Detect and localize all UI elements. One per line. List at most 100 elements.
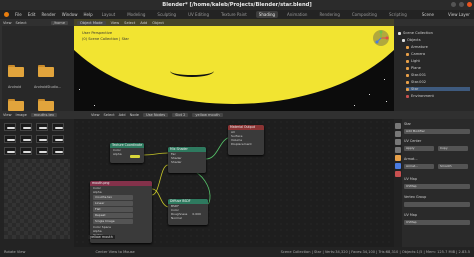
viewport-object-menu[interactable]: Object bbox=[152, 21, 164, 25]
folder-icon[interactable] bbox=[8, 99, 24, 111]
outliner-item[interactable]: Star.001 bbox=[406, 73, 426, 77]
tab-compositing[interactable]: Compositing bbox=[349, 11, 380, 18]
mouth-thumbnail[interactable] bbox=[52, 135, 64, 143]
texture-view-menu[interactable]: View bbox=[3, 113, 12, 117]
apply-button[interactable]: Apply bbox=[404, 146, 434, 151]
mix-shader-node[interactable]: Mix Shader Fac Shader Shader bbox=[168, 147, 206, 173]
node-node-menu[interactable]: Node bbox=[130, 113, 139, 117]
material-selector[interactable]: yellow mouth bbox=[192, 113, 223, 117]
interpolation-dropdown[interactable]: Linear bbox=[93, 201, 133, 206]
outliner-item[interactable]: Scene Collection bbox=[398, 31, 433, 35]
object-tab-icon[interactable] bbox=[395, 155, 401, 161]
file-browser-select-menu[interactable]: Select bbox=[16, 21, 27, 25]
outliner-item[interactable]: Objects bbox=[402, 38, 421, 42]
viewport-view-menu[interactable]: View bbox=[111, 21, 120, 25]
uv-map-field-2[interactable]: UVMap bbox=[404, 220, 470, 225]
output-tab-icon[interactable] bbox=[395, 139, 401, 145]
tab-texture-paint[interactable]: Texture Paint bbox=[218, 11, 250, 18]
folder-icon[interactable] bbox=[38, 99, 54, 111]
menu-edit[interactable]: Edit bbox=[28, 12, 36, 17]
tab-rendering[interactable]: Rendering bbox=[316, 11, 342, 18]
close-icon[interactable] bbox=[467, 2, 472, 7]
slot-selector[interactable]: Slot 2 bbox=[172, 113, 189, 117]
image-datablock-field[interactable]: mouths.tex bbox=[93, 195, 133, 200]
outliner-item[interactable]: Star.002 bbox=[406, 80, 426, 84]
extension-dropdown[interactable]: Repeat bbox=[93, 213, 133, 218]
tab-animation[interactable]: Animation bbox=[284, 11, 310, 18]
outliner: Scene Collection Objects Armature Camera… bbox=[394, 19, 474, 111]
outliner-item[interactable]: Armature bbox=[406, 45, 428, 49]
texture-editor[interactable] bbox=[0, 119, 74, 247]
mouth-thumbnail[interactable] bbox=[4, 123, 16, 131]
tab-uv-editing[interactable]: UV Editing bbox=[185, 11, 212, 18]
smooth-field[interactable]: Smooth bbox=[438, 164, 468, 169]
node-editor[interactable]: Texture Coordinate Color Alpha Mix Shade… bbox=[74, 119, 394, 247]
viewport-select-menu[interactable]: Select bbox=[124, 21, 135, 25]
material-output-node[interactable]: Material Output All Surface Volume Displ… bbox=[228, 125, 264, 155]
menu-render[interactable]: Render bbox=[41, 12, 55, 17]
diffuse-bsdf-node[interactable]: Diffuse BSDF BSDF Color Roughness 0.000 … bbox=[168, 199, 208, 225]
mouth-thumbnail[interactable] bbox=[20, 135, 32, 143]
roughness-value[interactable]: 0.000 bbox=[192, 212, 201, 216]
modifier-tab-icon[interactable] bbox=[395, 163, 401, 169]
image-canvas[interactable] bbox=[4, 159, 70, 239]
menu-help[interactable]: Help bbox=[83, 12, 92, 17]
outliner-item-selected[interactable]: Star bbox=[406, 87, 470, 91]
menu-window[interactable]: Window bbox=[62, 12, 78, 17]
node-add-menu[interactable]: Add bbox=[119, 113, 126, 117]
projection-dropdown[interactable]: Flat bbox=[93, 207, 133, 212]
mouth-thumbnail[interactable] bbox=[52, 123, 64, 131]
texture-image-menu[interactable]: Image bbox=[16, 113, 27, 117]
blender-logo-icon[interactable] bbox=[4, 12, 9, 17]
render-tab-icon[interactable] bbox=[395, 131, 401, 137]
outliner-item[interactable]: Camera bbox=[406, 52, 425, 56]
tab-layout[interactable]: Layout bbox=[99, 11, 119, 18]
image-texture-node[interactable]: mouth.png Color Alpha mouths.tex Linear … bbox=[90, 181, 152, 243]
view-layer-selector[interactable]: View Layer bbox=[448, 12, 470, 17]
tab-shading[interactable]: Shading bbox=[255, 11, 279, 18]
outliner-item[interactable]: Plane bbox=[406, 66, 421, 70]
path-field[interactable]: /home bbox=[50, 20, 69, 25]
file-browser-view-menu[interactable]: View bbox=[3, 21, 12, 25]
tool-tab-icon[interactable] bbox=[395, 123, 401, 129]
mouth-thumbnail[interactable] bbox=[36, 135, 48, 143]
node-select-menu[interactable]: Select bbox=[104, 113, 115, 117]
copy-button[interactable]: Copy bbox=[438, 146, 468, 151]
maximize-icon[interactable] bbox=[459, 2, 464, 7]
image-selector[interactable]: mouths.tex bbox=[30, 113, 58, 117]
viewport-add-menu[interactable]: Add bbox=[140, 21, 147, 25]
mouth-thumbnail[interactable] bbox=[52, 147, 64, 155]
mouth-thumbnail[interactable] bbox=[4, 135, 16, 143]
use-nodes-toggle[interactable]: Use Nodes bbox=[142, 113, 169, 117]
tab-modeling[interactable]: Modeling bbox=[124, 11, 148, 18]
menu-file[interactable]: File bbox=[15, 12, 22, 17]
minimize-icon[interactable] bbox=[451, 2, 456, 7]
folder-icon[interactable] bbox=[8, 65, 24, 77]
armature-field[interactable]: Armat... bbox=[404, 164, 434, 169]
outliner-item[interactable]: Environment bbox=[406, 94, 434, 98]
mouth-thumbnail[interactable] bbox=[20, 123, 32, 131]
star-object[interactable] bbox=[74, 19, 394, 104]
tab-sculpting[interactable]: Sculpting bbox=[154, 11, 179, 18]
file-browser-sidebar bbox=[0, 26, 2, 111]
outliner-item[interactable]: Light bbox=[406, 59, 420, 63]
add-modifier-button[interactable]: Add Modifier bbox=[404, 129, 470, 134]
vertex-group-field[interactable] bbox=[404, 202, 470, 207]
mouth-thumbnail[interactable] bbox=[4, 147, 16, 155]
navigation-gizmo-icon[interactable] bbox=[372, 29, 390, 47]
uv-map-field[interactable]: UVMap bbox=[404, 184, 470, 189]
mouth-thumbnail[interactable] bbox=[36, 123, 48, 131]
source-dropdown[interactable]: Single Image bbox=[93, 219, 133, 224]
mouth-thumbnail[interactable] bbox=[36, 147, 48, 155]
material-tab-icon[interactable] bbox=[395, 171, 401, 177]
folder-icon[interactable] bbox=[38, 65, 54, 77]
color-swatch[interactable] bbox=[130, 155, 140, 158]
scene-tab-icon[interactable] bbox=[395, 147, 401, 153]
scene-selector[interactable]: Scene bbox=[422, 12, 434, 17]
mode-selector[interactable]: Object Mode bbox=[77, 20, 106, 25]
3d-viewport[interactable]: Object Mode View Select Add Object User … bbox=[74, 19, 394, 111]
tab-scripting[interactable]: Scripting bbox=[386, 11, 410, 18]
node-view-menu[interactable]: View bbox=[91, 113, 100, 117]
mouth-thumbnail[interactable] bbox=[20, 147, 32, 155]
texture-node[interactable]: Texture Coordinate Color Alpha bbox=[110, 143, 144, 163]
